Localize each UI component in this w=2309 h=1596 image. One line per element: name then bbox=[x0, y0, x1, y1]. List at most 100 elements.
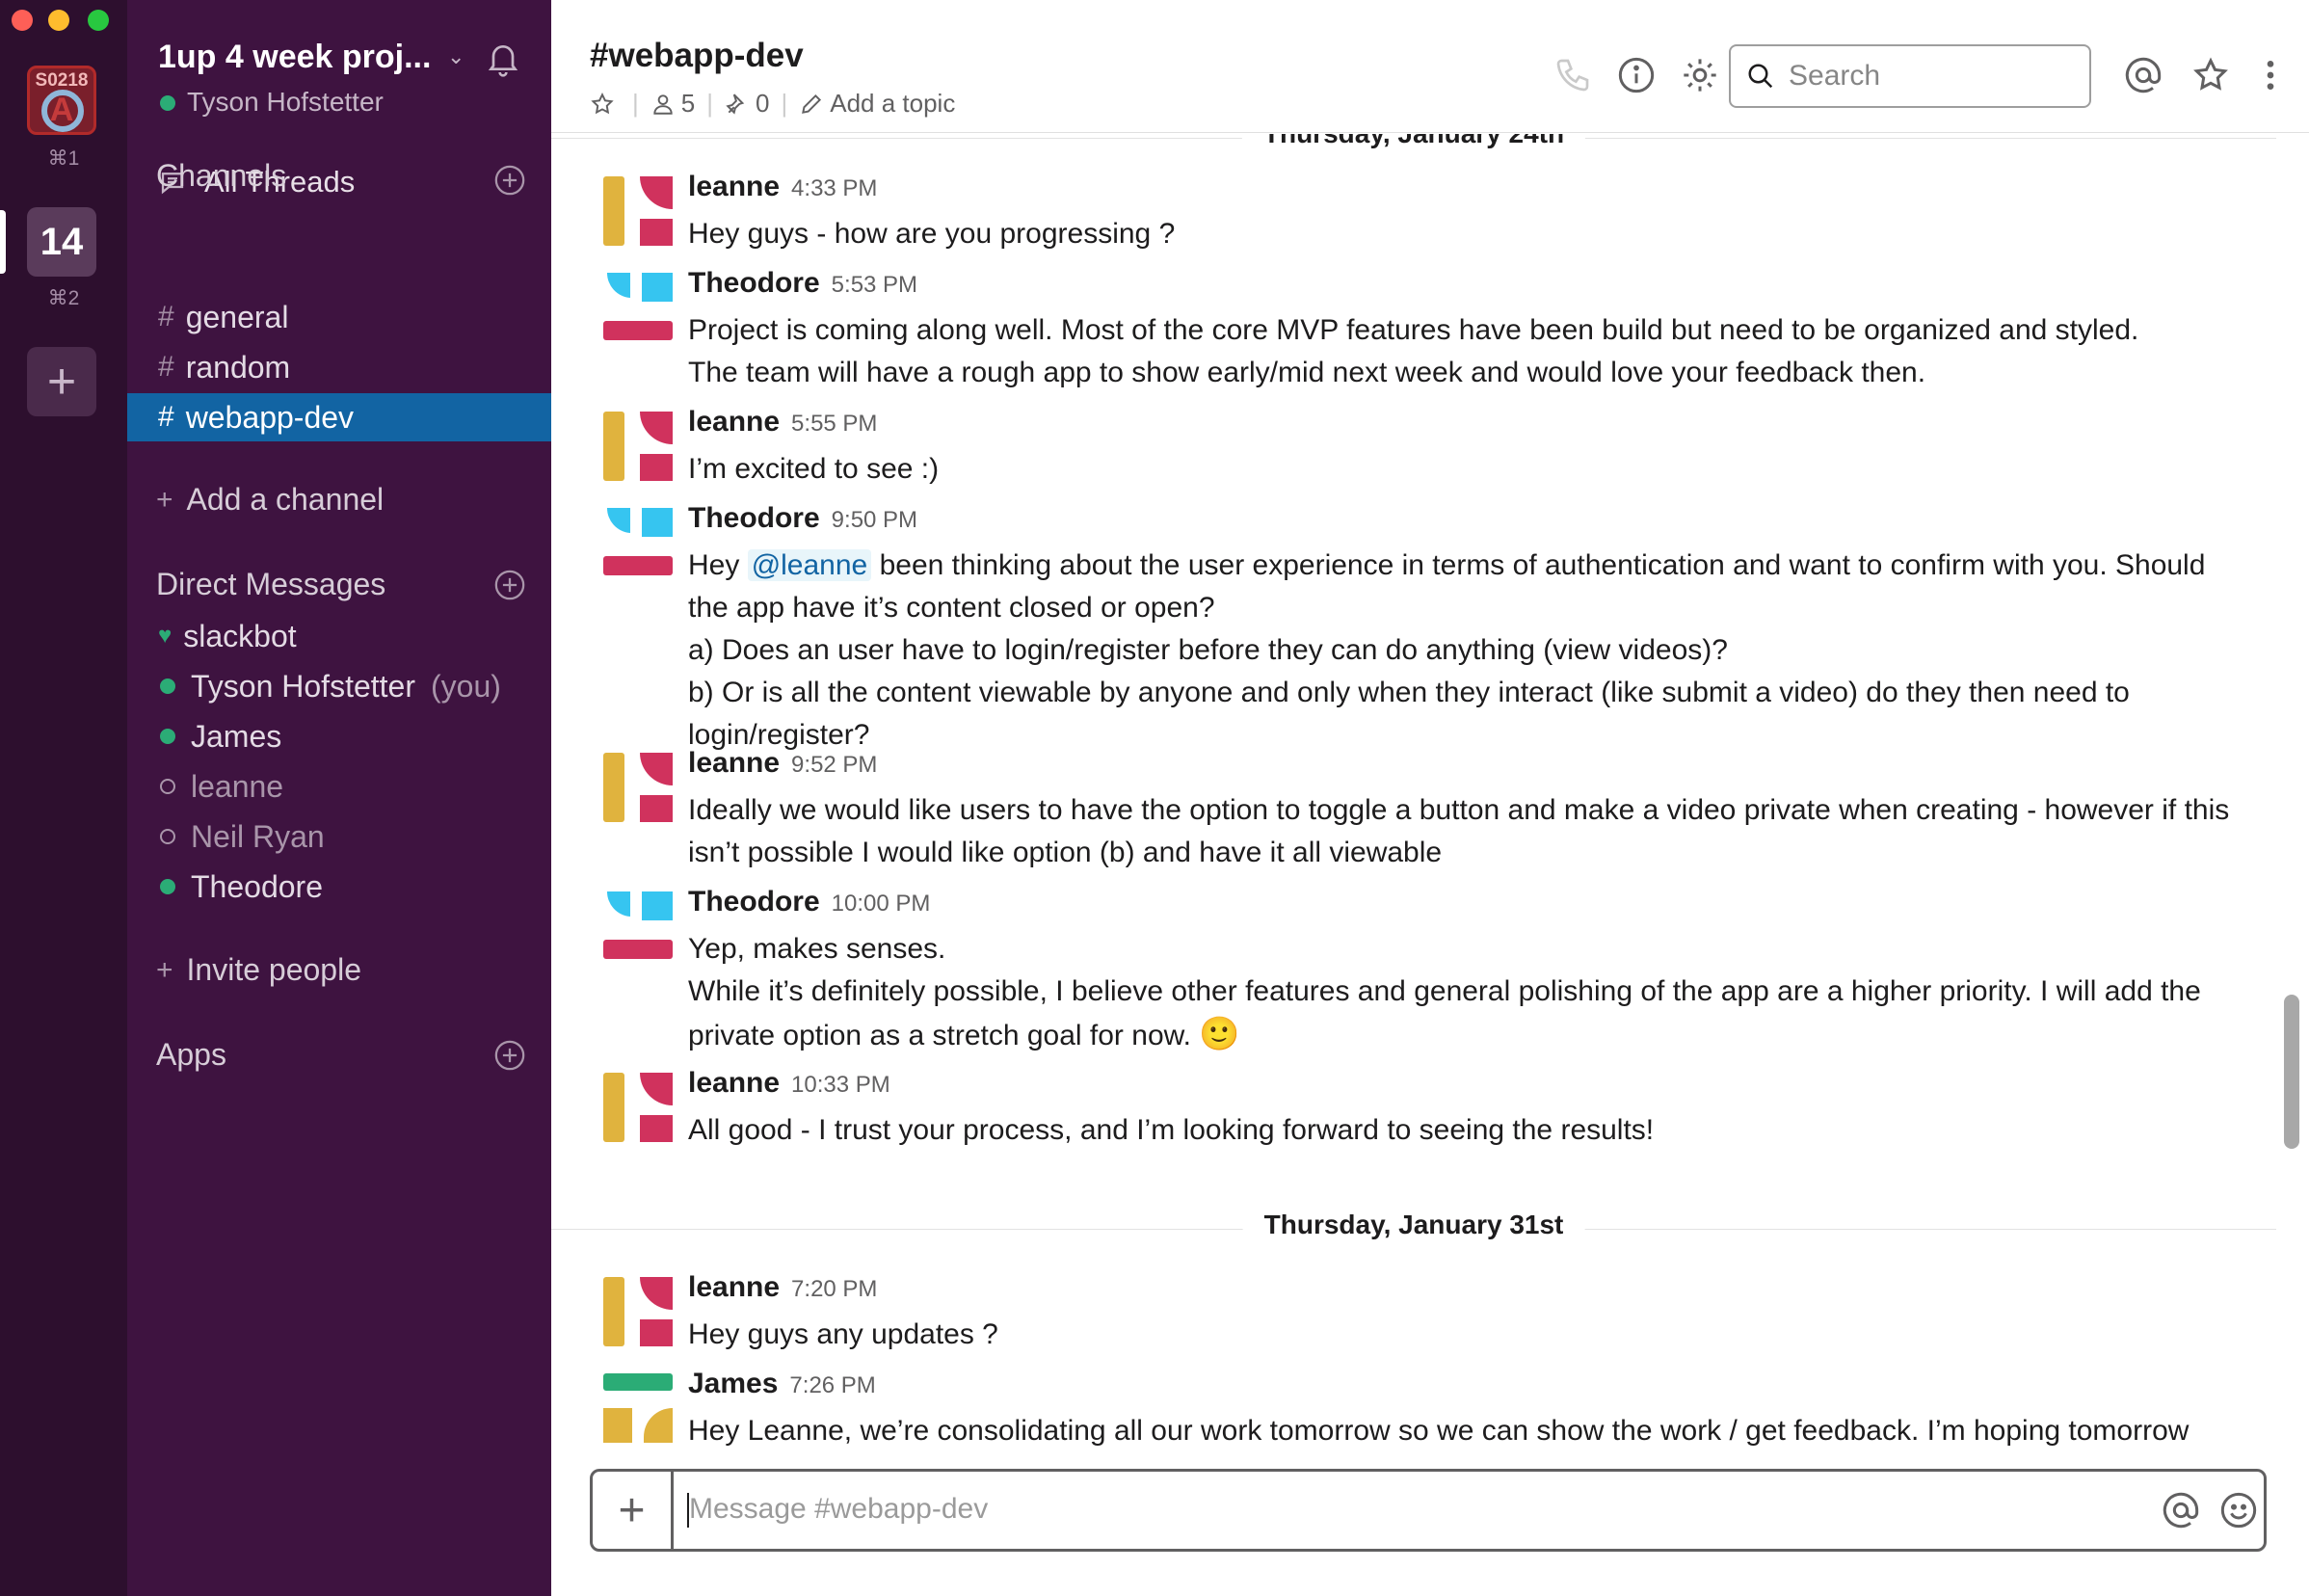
message-body: Hey Leanne, we’re consolidating all our … bbox=[688, 1410, 2249, 1452]
message-timestamp[interactable]: 9:52 PM bbox=[791, 752, 877, 779]
plus-icon: + bbox=[156, 483, 173, 516]
search-placeholder: Search bbox=[1789, 60, 1881, 92]
member-icon[interactable] bbox=[650, 92, 676, 117]
message-list-scrollbar[interactable] bbox=[2284, 995, 2299, 1149]
message-body: All good - I trust your process, and I’m… bbox=[688, 1109, 2249, 1152]
gear-icon[interactable] bbox=[1681, 56, 1719, 94]
message-timestamp[interactable]: 10:33 PM bbox=[791, 1072, 890, 1099]
message-text: I’m excited to see :) bbox=[688, 453, 940, 485]
message-timestamp[interactable]: 4:33 PM bbox=[791, 175, 877, 202]
message-text: Hey guys - how are you progressing ? bbox=[688, 218, 1176, 250]
search-input[interactable]: Search bbox=[1729, 44, 2091, 108]
message-body: Hey guys - how are you progressing ? bbox=[688, 213, 2249, 255]
sidebar-item-leanne[interactable]: leanne bbox=[127, 762, 551, 811]
add-topic-link[interactable]: Add a topic bbox=[830, 89, 955, 119]
message-timestamp[interactable]: 5:53 PM bbox=[832, 272, 917, 299]
avatar-leanne[interactable] bbox=[603, 753, 673, 822]
member-count[interactable]: 5 bbox=[681, 89, 695, 119]
apps-heading[interactable]: Apps bbox=[156, 1037, 226, 1073]
window-minimize-button[interactable] bbox=[48, 10, 69, 31]
message-composer[interactable]: + Message #webapp-dev bbox=[590, 1469, 2267, 1552]
window-maximize-button[interactable] bbox=[88, 10, 109, 31]
avatar-james[interactable] bbox=[603, 1373, 673, 1443]
attach-button[interactable]: + bbox=[593, 1472, 674, 1549]
add-channel-link[interactable]: + Add a channel bbox=[156, 482, 384, 518]
sidebar-item-theodore[interactable]: Theodore bbox=[127, 863, 551, 911]
sidebar-item-webapp-dev[interactable]: # webapp-dev bbox=[127, 393, 551, 441]
sidebar-item-general[interactable]: # general bbox=[127, 293, 551, 341]
pin-icon[interactable] bbox=[725, 92, 750, 117]
sidebar-item-james[interactable]: James bbox=[127, 712, 551, 760]
add-app-icon[interactable] bbox=[493, 1039, 526, 1072]
avatar-leanne[interactable] bbox=[603, 412, 673, 481]
channels-heading[interactable]: Channels bbox=[156, 158, 286, 194]
message-author[interactable]: leanne bbox=[688, 1271, 780, 1304]
invite-people-label: Invite people bbox=[186, 952, 361, 987]
avatar-leanne[interactable] bbox=[603, 1073, 673, 1142]
avatar-theodore[interactable] bbox=[603, 508, 673, 577]
message-author[interactable]: leanne bbox=[688, 171, 780, 203]
message-author[interactable]: leanne bbox=[688, 406, 780, 439]
message-timestamp[interactable]: 9:50 PM bbox=[832, 507, 917, 534]
add-dm-icon[interactable] bbox=[493, 569, 526, 601]
team-name[interactable]: 1up 4 week proj... bbox=[158, 39, 431, 76]
add-channel-icon[interactable] bbox=[493, 164, 526, 197]
sidebar-item-slackbot[interactable]: ♥ slackbot bbox=[127, 612, 551, 660]
user-mention[interactable]: @leanne bbox=[747, 549, 872, 581]
chevron-down-icon[interactable]: ⌄ bbox=[447, 44, 464, 69]
mention-icon[interactable] bbox=[2162, 1491, 2200, 1530]
workspace-switcher-1[interactable]: S0218 A bbox=[27, 66, 96, 135]
message-author[interactable]: Theodore bbox=[688, 886, 820, 918]
message-list[interactable]: Thursday, January 24th leanne 4:33 PM He… bbox=[551, 134, 2309, 1464]
hash-icon: # bbox=[158, 401, 174, 433]
heart-icon: ♥ bbox=[158, 623, 173, 649]
channel-title[interactable]: #webapp-dev bbox=[590, 37, 804, 75]
message-input[interactable]: Message #webapp-dev bbox=[689, 1493, 988, 1526]
date-divider: Thursday, January 31st bbox=[551, 1210, 2276, 1248]
bell-icon[interactable] bbox=[484, 39, 522, 77]
plus-icon: + bbox=[156, 953, 173, 986]
message-timestamp[interactable]: 5:55 PM bbox=[791, 411, 877, 438]
add-workspace-button[interactable]: + bbox=[27, 347, 96, 416]
you-suffix: (you) bbox=[430, 668, 501, 704]
invite-people-link[interactable]: + Invite people bbox=[156, 952, 361, 988]
message-author[interactable]: James bbox=[688, 1368, 778, 1400]
starred-items-icon[interactable] bbox=[2191, 56, 2230, 94]
emoji-icon[interactable] bbox=[2219, 1491, 2258, 1530]
sidebar: 1up 4 week proj... ⌄ Tyson Hofstetter Al… bbox=[127, 0, 551, 1596]
pinned-count[interactable]: 0 bbox=[756, 89, 769, 119]
phone-icon[interactable] bbox=[1553, 56, 1592, 94]
message-author[interactable]: Theodore bbox=[688, 502, 820, 535]
avatar-theodore[interactable] bbox=[603, 273, 673, 342]
avatar-leanne[interactable] bbox=[603, 1277, 673, 1346]
message-author[interactable]: leanne bbox=[688, 1067, 780, 1100]
message-author[interactable]: Theodore bbox=[688, 267, 820, 300]
sidebar-item-label: slackbot bbox=[183, 618, 297, 653]
message-text: While it’s definitely possible, I believ… bbox=[688, 971, 2249, 1057]
workspace-shortcut-1: ⌘1 bbox=[47, 147, 80, 170]
avatar-leanne[interactable] bbox=[603, 176, 673, 246]
message-timestamp[interactable]: 7:26 PM bbox=[789, 1372, 875, 1399]
window-close-button[interactable] bbox=[12, 10, 33, 31]
sidebar-item-random[interactable]: # random bbox=[127, 343, 551, 391]
info-icon[interactable] bbox=[1617, 56, 1656, 94]
sidebar-item-tyson[interactable]: Tyson Hofstetter (you) bbox=[127, 662, 551, 710]
message-body: Hey @leanne been thinking about the user… bbox=[688, 545, 2249, 757]
smiley-emoji-icon[interactable]: 🙂 bbox=[1199, 1016, 1239, 1052]
current-user-name[interactable]: Tyson Hofstetter bbox=[187, 87, 384, 118]
sidebar-item-neil-ryan[interactable]: Neil Ryan bbox=[127, 812, 551, 861]
message-timestamp[interactable]: 10:00 PM bbox=[832, 891, 931, 918]
search-icon bbox=[1748, 64, 1773, 89]
message-author[interactable]: leanne bbox=[688, 747, 780, 780]
more-options-icon[interactable] bbox=[2251, 56, 2290, 94]
message-body: I’m excited to see :) bbox=[688, 448, 2249, 491]
mentions-icon[interactable] bbox=[2124, 56, 2163, 94]
message-text-pre: Hey bbox=[688, 549, 748, 581]
star-icon[interactable] bbox=[590, 92, 615, 117]
workspace-switcher-2[interactable]: 14 bbox=[27, 207, 96, 277]
direct-messages-heading[interactable]: Direct Messages bbox=[156, 567, 385, 602]
add-channel-label: Add a channel bbox=[186, 482, 385, 517]
message-timestamp[interactable]: 7:20 PM bbox=[791, 1276, 877, 1303]
sidebar-item-label: Tyson Hofstetter bbox=[191, 668, 415, 704]
avatar-theodore[interactable] bbox=[603, 891, 673, 961]
